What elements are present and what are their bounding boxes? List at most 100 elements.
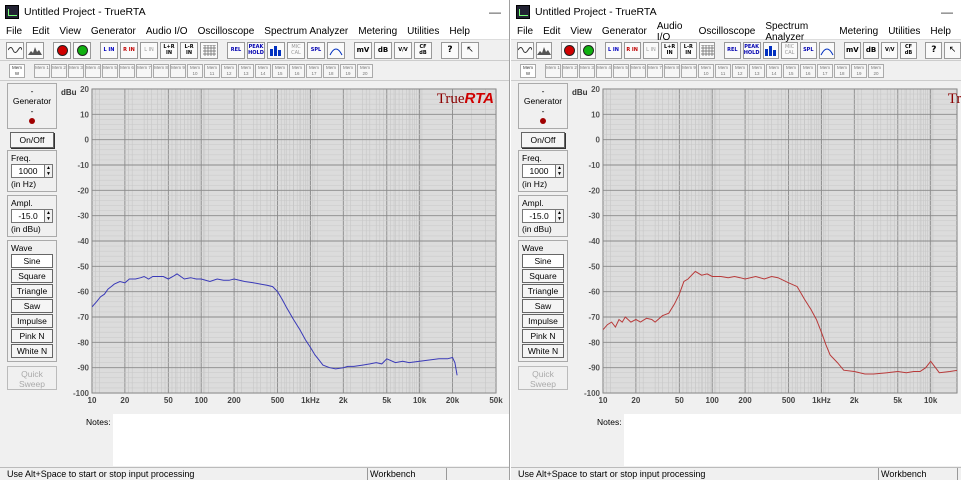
- menu-audio-io[interactable]: Audio I/O: [657, 21, 689, 43]
- left-input-alt-button[interactable]: L IN: [140, 41, 158, 59]
- generator-on-off-button[interactable]: On/Off: [521, 132, 565, 148]
- memory-button[interactable]: Mem 11: [204, 63, 220, 78]
- bars-icon[interactable]: [267, 41, 285, 59]
- memory-button[interactable]: Mem 13: [238, 63, 254, 78]
- db-button[interactable]: dB: [374, 41, 392, 59]
- memory-button[interactable]: Mem 18: [834, 63, 850, 78]
- amplitude-spinner[interactable]: -15.0 ▲ ▼: [11, 209, 53, 223]
- memory-button[interactable]: Mem W: [9, 63, 25, 78]
- memory-button[interactable]: Mem 13: [749, 63, 765, 78]
- memory-button[interactable]: Mem 12: [221, 63, 237, 78]
- wave-impulse-button[interactable]: Impulse: [522, 314, 564, 328]
- menu-generator[interactable]: Generator: [91, 26, 136, 37]
- peak-hold-button[interactable]: PEAK HOLD: [742, 41, 761, 59]
- menu-spectrum-analyzer[interactable]: Spectrum Analyzer: [765, 21, 829, 43]
- mv-button[interactable]: mV: [354, 41, 372, 59]
- oscilloscope-icon[interactable]: [6, 41, 24, 59]
- wave-square-button[interactable]: Square: [11, 269, 53, 283]
- context-help-button[interactable]: ↖: [944, 41, 961, 59]
- spin-arrows-icon[interactable]: ▲ ▼: [45, 209, 53, 223]
- frequency-value[interactable]: 1000: [522, 164, 556, 178]
- memory-button[interactable]: Mem 14: [255, 63, 271, 78]
- context-help-button[interactable]: ↖: [461, 41, 479, 59]
- notes-textarea[interactable]: [624, 414, 961, 466]
- menu-spectrum-analyzer[interactable]: Spectrum Analyzer: [264, 26, 348, 37]
- go-button[interactable]: [579, 41, 597, 59]
- right-input-button[interactable]: R IN: [623, 41, 641, 59]
- frequency-spinner[interactable]: 1000 ▲ ▼: [522, 164, 564, 178]
- v-per-v-button[interactable]: V/V: [394, 41, 412, 59]
- memory-button[interactable]: Mem 15: [272, 63, 288, 78]
- cf-db-button[interactable]: CF dB: [900, 41, 917, 59]
- menu-help[interactable]: Help: [930, 26, 951, 37]
- amplitude-spinner[interactable]: -15.0 ▲ ▼: [522, 209, 564, 223]
- sum-input-button[interactable]: L+R IN: [661, 41, 678, 59]
- weighting-icon[interactable]: [327, 41, 345, 59]
- v-per-v-button[interactable]: V/V: [881, 41, 899, 59]
- memory-button[interactable]: Mem 6: [630, 63, 646, 78]
- spin-arrows-icon[interactable]: ▲ ▼: [556, 209, 564, 223]
- db-button[interactable]: dB: [862, 41, 880, 59]
- menu-view[interactable]: View: [570, 26, 592, 37]
- rel-button[interactable]: REL: [227, 41, 245, 59]
- menu-file[interactable]: File: [517, 26, 533, 37]
- memory-button[interactable]: Mem 16: [800, 63, 816, 78]
- mv-button[interactable]: mV: [843, 41, 861, 59]
- minimize-icon[interactable]: —: [489, 5, 501, 19]
- go-button[interactable]: [73, 41, 91, 59]
- menu-oscilloscope[interactable]: Oscilloscope: [198, 26, 255, 37]
- spl-button[interactable]: SPL: [799, 41, 817, 59]
- memory-button[interactable]: Mem 8: [153, 63, 169, 78]
- memory-button[interactable]: Mem 17: [817, 63, 833, 78]
- memory-button[interactable]: Mem 5: [102, 63, 118, 78]
- frequency-spinner[interactable]: 1000 ▲ ▼: [11, 164, 53, 178]
- wave-white-noise-button[interactable]: White N: [522, 344, 564, 358]
- left-input-button[interactable]: L IN: [605, 41, 622, 59]
- spectrum-icon[interactable]: [26, 41, 44, 59]
- menu-generator[interactable]: Generator: [602, 26, 647, 37]
- wave-impulse-button[interactable]: Impulse: [11, 314, 53, 328]
- memory-button[interactable]: Mem 16: [289, 63, 305, 78]
- memory-button[interactable]: Mem 2: [51, 63, 67, 78]
- weighting-icon[interactable]: [818, 41, 836, 59]
- diff-input-button[interactable]: L-R IN: [180, 41, 198, 59]
- wave-white-noise-button[interactable]: White N: [11, 344, 53, 358]
- memory-button[interactable]: Mem 1: [545, 63, 561, 78]
- memory-button[interactable]: Mem 6: [119, 63, 135, 78]
- notes-textarea[interactable]: [113, 414, 509, 466]
- stop-button[interactable]: [53, 41, 71, 59]
- memory-button[interactable]: Mem 8: [664, 63, 680, 78]
- menu-audio-io[interactable]: Audio I/O: [146, 26, 188, 37]
- left-input-button[interactable]: L IN: [100, 41, 118, 59]
- title-bar[interactable]: Untitled Project - TrueRTA —: [511, 0, 961, 24]
- memory-button[interactable]: Mem 2: [562, 63, 578, 78]
- memory-button[interactable]: Mem 10: [187, 63, 203, 78]
- diff-input-button[interactable]: L-R IN: [679, 41, 697, 59]
- menu-metering[interactable]: Metering: [358, 26, 397, 37]
- memory-button[interactable]: Mem 20: [357, 63, 373, 78]
- spin-arrows-icon[interactable]: ▲ ▼: [45, 164, 53, 178]
- amplitude-value[interactable]: -15.0: [522, 209, 556, 223]
- mic-cal-button[interactable]: MIC CAL: [781, 41, 798, 59]
- mic-cal-button[interactable]: MIC CAL: [287, 41, 305, 59]
- help-button[interactable]: ?: [441, 41, 459, 59]
- memory-button[interactable]: Mem 17: [306, 63, 322, 78]
- peak-hold-button[interactable]: PEAK HOLD: [247, 41, 265, 59]
- rel-button[interactable]: REL: [724, 41, 741, 59]
- stop-button[interactable]: [561, 41, 578, 59]
- sum-input-button[interactable]: L+R IN: [160, 41, 178, 59]
- generator-on-off-button[interactable]: On/Off: [10, 132, 54, 148]
- right-input-button[interactable]: R IN: [120, 41, 138, 59]
- wave-saw-button[interactable]: Saw: [522, 299, 564, 313]
- memory-button[interactable]: Mem 4: [85, 63, 101, 78]
- quick-sweep-button[interactable]: Quick Sweep: [518, 366, 568, 390]
- spectrum-chart[interactable]: dBu 20100-10-20-30-40-50-60-70-80-90-1001…: [59, 83, 505, 405]
- memory-button[interactable]: Mem W: [520, 63, 536, 78]
- grid-icon[interactable]: [200, 41, 218, 59]
- wave-triangle-button[interactable]: Triangle: [522, 284, 564, 298]
- memory-button[interactable]: Mem 9: [681, 63, 697, 78]
- memory-button[interactable]: Mem 3: [579, 63, 595, 78]
- wave-sine-button[interactable]: Sine: [522, 254, 564, 268]
- menu-metering[interactable]: Metering: [839, 26, 878, 37]
- memory-button[interactable]: Mem 14: [766, 63, 782, 78]
